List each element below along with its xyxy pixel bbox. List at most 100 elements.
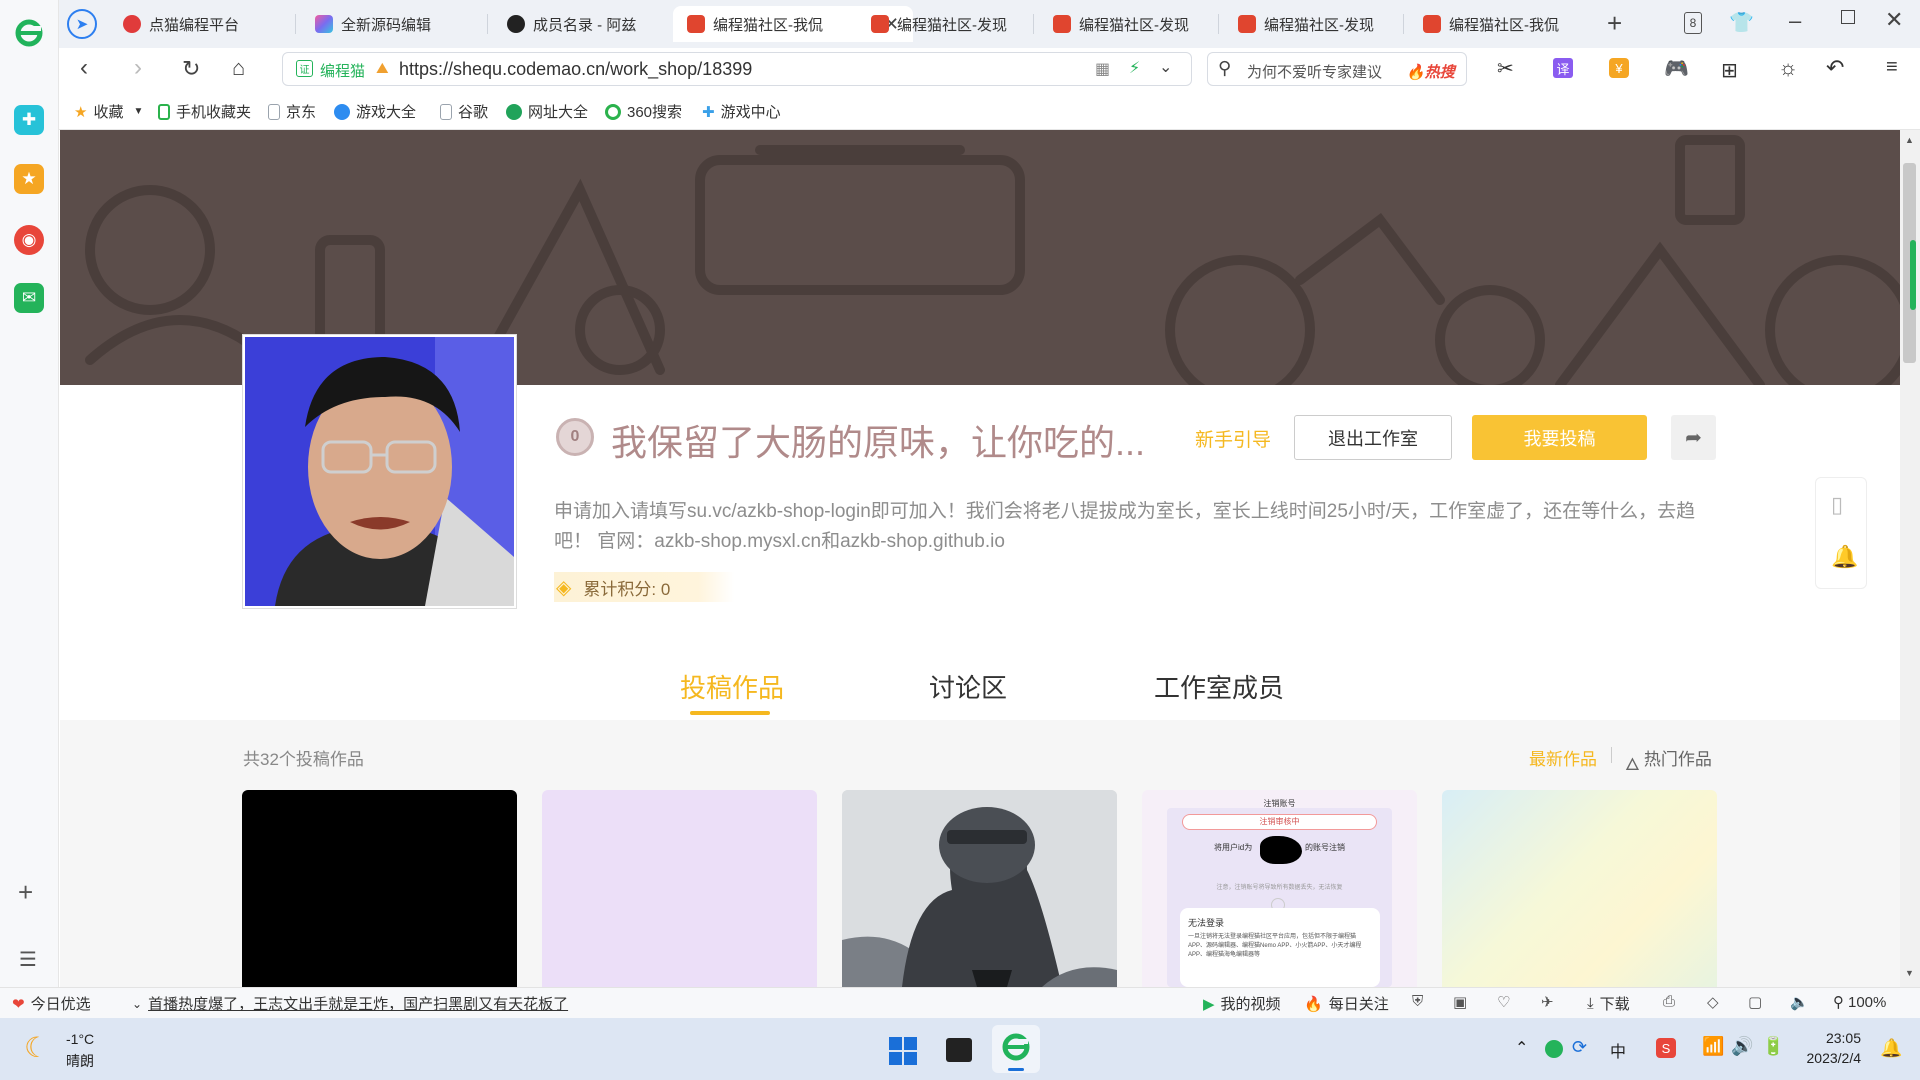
list-icon[interactable]: ☰ <box>19 947 37 972</box>
wifi-icon[interactable]: 📶 <box>1702 1036 1724 1057</box>
refresh-icon[interactable]: ↻ <box>182 56 200 82</box>
speaker-icon[interactable]: 🔈 <box>1790 993 1809 1011</box>
chevron-down-icon[interactable]: ⌄ <box>1159 57 1172 77</box>
sort-latest[interactable]: 最新作品 <box>1529 745 1597 770</box>
print-icon[interactable]: ⎙ <box>1663 993 1675 1010</box>
today-picks[interactable]: ❤ 今日优选 <box>12 993 91 1014</box>
skin-icon[interactable]: 👕 <box>1729 10 1754 35</box>
sort-hot[interactable]: 🜂 热门作品 <box>1625 745 1712 780</box>
daily-follow[interactable]: 🔥 每日关注 <box>1304 993 1389 1014</box>
tab-submitted-works[interactable]: 投稿作品 <box>680 668 784 705</box>
menu-icon[interactable]: ≡ <box>1886 56 1898 79</box>
undo-icon[interactable]: ↶ <box>1826 55 1844 81</box>
sogou-icon[interactable]: S <box>1656 1038 1676 1058</box>
bookmark-jd[interactable]: 京东 <box>268 101 316 122</box>
windows-start-icon[interactable] <box>889 1037 917 1065</box>
download[interactable]: ⤓ 下载 <box>1587 993 1630 1014</box>
restore-icon[interactable] <box>1841 10 1855 24</box>
game-icon[interactable]: 🎮 <box>1664 56 1689 81</box>
url-input[interactable] <box>399 57 1019 81</box>
hot-search-label[interactable]: 🔥热搜 <box>1406 61 1455 82</box>
minimize-icon[interactable]: – <box>1789 8 1801 34</box>
bookmark-favorites[interactable]: ★ 收藏 ▼ <box>74 101 143 122</box>
guide-link[interactable]: 新手引导 <box>1195 425 1271 452</box>
forward-icon[interactable]: › <box>134 54 142 82</box>
bookmark-web-directory[interactable]: 网址大全 <box>506 101 588 122</box>
tab-8[interactable]: 编程猫社区-我侃 <box>1409 6 1584 42</box>
work-card[interactable] <box>542 790 817 987</box>
tab-1[interactable]: 点猫编程平台 <box>109 6 289 42</box>
brightness-icon[interactable]: ☼ <box>1778 55 1798 81</box>
back-icon[interactable]: ‹ <box>80 54 88 82</box>
window-icon[interactable]: ▢ <box>1748 993 1762 1011</box>
tab-discussion[interactable]: 讨论区 <box>929 668 1007 705</box>
tab-7[interactable]: 编程猫社区-发现 <box>1224 6 1399 42</box>
tab-count-badge[interactable]: 8 <box>1684 12 1702 34</box>
tab-6[interactable]: 编程猫社区-发现 <box>1039 6 1214 42</box>
battery-icon[interactable]: 🔋 <box>1762 1036 1784 1057</box>
scissors-icon[interactable]: ✂ <box>1497 56 1514 81</box>
add-icon[interactable]: + <box>18 877 33 908</box>
navigation-icon[interactable]: ➤ <box>67 9 97 39</box>
submit-work-button[interactable]: 我要投稿 <box>1472 415 1647 460</box>
clean-icon[interactable]: ◇ <box>1707 993 1719 1011</box>
image-icon[interactable]: ▣ <box>1453 993 1467 1011</box>
apps-grid-icon[interactable]: ⊞ <box>1721 58 1738 83</box>
my-video[interactable]: ▶ 我的视频 <box>1203 993 1281 1014</box>
work-card[interactable]: 注销账号 注销审核中 将用户id为 的账号注销 注意，注销账号将导致所有数据丢失… <box>1142 790 1417 987</box>
tab-2[interactable]: 全新源码编辑 <box>301 6 481 42</box>
address-bar[interactable]: 证 编程猫 ⛰ ▦ ⚡ ⌄ <box>282 52 1192 86</box>
shield-icon[interactable]: ⛨ <box>1412 993 1423 1010</box>
volume-icon[interactable]: 🔊 <box>1731 1036 1753 1057</box>
work-card[interactable] <box>842 790 1117 987</box>
favorites-icon[interactable]: ★ <box>14 164 44 194</box>
zoom-level[interactable]: ⚲ 100% <box>1833 993 1886 1012</box>
qr-code-icon[interactable]: ▦ <box>1095 59 1110 79</box>
tray-chevron-icon[interactable]: ⌃ <box>1515 1038 1528 1058</box>
browser-taskbar-button[interactable] <box>992 1025 1040 1073</box>
tab-3[interactable]: 成员名录 - 阿兹 <box>493 6 673 42</box>
home-icon[interactable]: ⌂ <box>232 55 245 81</box>
browser-logo-icon[interactable] <box>14 18 44 48</box>
work-card[interactable] <box>1442 790 1717 987</box>
lightning-icon[interactable]: ⚡ <box>1129 58 1140 78</box>
tab-5[interactable]: 编程猫社区-发现 <box>857 6 1027 42</box>
bookmark-games[interactable]: 游戏大全 <box>334 101 416 122</box>
translate-icon[interactable]: 译 <box>1553 58 1573 78</box>
notification-bell-icon[interactable]: 🔔 <box>1831 544 1858 570</box>
bookmark-game-center[interactable]: ✚ 游戏中心 <box>702 101 781 122</box>
rocket-icon[interactable]: ✈ <box>1541 993 1554 1011</box>
close-window-icon[interactable]: ✕ <box>1885 7 1903 33</box>
scroll-up-icon[interactable]: ▲ <box>1905 135 1914 145</box>
ime-indicator[interactable]: 中 <box>1610 1038 1626 1062</box>
search-suggestion[interactable]: 为何不爱听专家建议 <box>1247 61 1382 82</box>
coupon-icon[interactable]: ¥ <box>1609 58 1629 78</box>
notification-icon[interactable]: 🔔 <box>1880 1038 1902 1059</box>
mobile-icon[interactable]: ▯ <box>1831 492 1843 518</box>
work-card[interactable] <box>242 790 517 987</box>
moon-weather-icon[interactable]: ☾ <box>24 1031 49 1064</box>
plugin-icon[interactable]: ✚ <box>14 105 44 135</box>
new-tab-icon[interactable]: + <box>1607 8 1622 39</box>
sync-icon[interactable]: ⟳ <box>1572 1037 1587 1058</box>
bookmark-google[interactable]: 谷歌 <box>440 101 488 122</box>
bookmark-mobile[interactable]: 手机收藏夹 <box>158 101 251 122</box>
green-scroll-indicator <box>1910 240 1916 310</box>
search-box[interactable]: ⚲ 为何不爱听专家建议 🔥热搜 <box>1207 52 1467 86</box>
certificate-icon[interactable]: 证 <box>296 60 313 77</box>
weibo-icon[interactable]: ◉ <box>14 225 44 255</box>
health-icon[interactable]: ♡ <box>1497 993 1510 1011</box>
clock-date[interactable]: 2023/2/4 <box>1795 1050 1862 1066</box>
mail-icon[interactable]: ✉ <box>14 283 44 313</box>
task-view-icon[interactable] <box>946 1038 972 1062</box>
leave-studio-button[interactable]: 退出工作室 <box>1294 415 1452 460</box>
bookmark-360-search[interactable]: 360搜索 <box>605 101 682 122</box>
tray-app-icon[interactable] <box>1545 1040 1563 1058</box>
clock-time[interactable]: 23:05 <box>1805 1030 1861 1046</box>
scroll-down-icon[interactable]: ▼ <box>1905 968 1914 978</box>
tab-members[interactable]: 工作室成员 <box>1154 668 1284 705</box>
temperature[interactable]: -1°C <box>66 1031 94 1047</box>
weather-label[interactable]: 晴朗 <box>66 1051 94 1071</box>
news-ticker[interactable]: ⌄ 首播热度爆了，王志文出手就是王炸，国产扫黑剧又有天花板了 <box>132 993 568 1014</box>
share-icon[interactable]: ➦ <box>1671 415 1716 460</box>
